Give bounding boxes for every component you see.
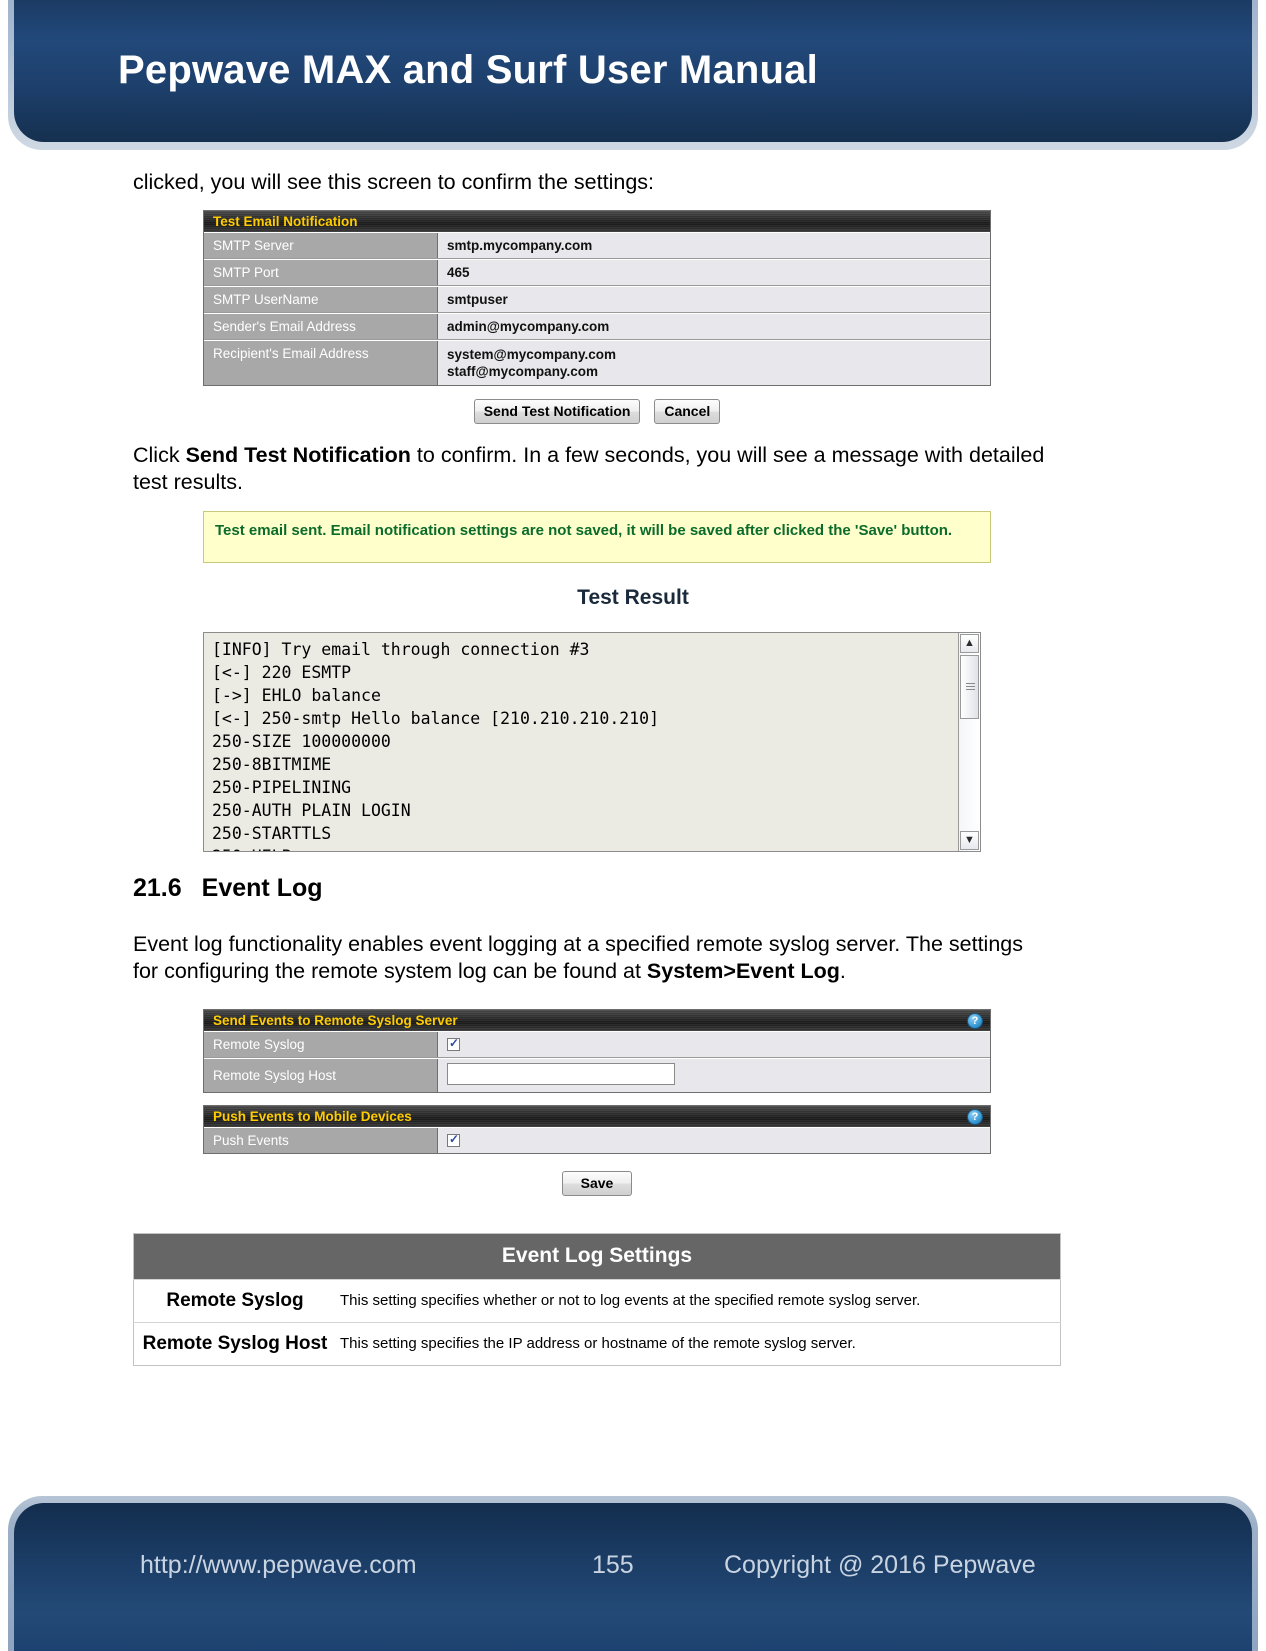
panel-header-remote-syslog: Send Events to Remote Syslog Server ? [204,1010,990,1031]
test-result-log-text: [INFO] Try email through connection #3 [… [212,640,660,851]
help-icon[interactable]: ? [967,1013,983,1029]
row-label: Push Events [204,1128,438,1153]
click-pre-text: Click [133,443,186,467]
scrollbar-grip-icon [966,683,975,690]
row-label: Sender's Email Address [204,314,438,339]
row-label: Remote Syslog [204,1032,438,1057]
row-label: Remote Syslog Host [204,1059,438,1092]
scroll-down-arrow-icon[interactable]: ▼ [960,831,979,850]
push-events-checkbox[interactable] [447,1132,460,1147]
table-row: Recipient's Email Address system@mycompa… [204,340,990,385]
section-body-post: . [839,959,846,983]
footer-page-number: 155 [592,1551,634,1579]
panel-header-label: Send Events to Remote Syslog Server [213,1013,458,1028]
section-body-pre: Event log functionality enables event lo… [133,932,1023,983]
setting-key: Remote Syslog [166,1290,304,1311]
row-value: admin@mycompany.com [447,319,610,334]
row-value: smtpuser [447,292,508,307]
cancel-button[interactable]: Cancel [654,399,721,424]
intro-paragraph: clicked, you will see this screen to con… [133,170,654,194]
settings-table-row: Remote Syslog This setting specifies whe… [133,1279,1061,1323]
table-row: Remote Syslog Host [204,1058,990,1092]
page-header: Pepwave MAX and Surf User Manual [0,0,1266,156]
setting-description: This setting specifies the IP address or… [340,1335,856,1352]
table-row: Sender's Email Address admin@mycompany.c… [204,313,990,340]
page-title: Pepwave MAX and Surf User Manual [118,48,818,92]
scrollbar-thumb[interactable] [960,655,979,719]
settings-table-row: Remote Syslog Host This setting specifie… [133,1322,1061,1366]
save-button-row: Save [203,1171,991,1196]
recipient-line-1: system@mycompany.com [447,347,616,362]
event-log-settings-table: Event Log Settings Remote Syslog This se… [133,1233,1061,1366]
row-label: SMTP Server [204,233,438,258]
panel-header-push-events: Push Events to Mobile Devices ? [204,1106,990,1127]
footer-url[interactable]: http://www.pepwave.com [140,1551,417,1580]
test-result-log-box[interactable]: [INFO] Try email through connection #3 [… [203,632,981,852]
table-row: SMTP Server smtp.mycompany.com [204,232,990,259]
row-label: SMTP Port [204,260,438,285]
section-title: Event Log [201,874,323,902]
panel-header-test-email: Test Email Notification [204,211,990,232]
test-email-sent-alert: Test email sent. Email notification sett… [203,511,991,563]
row-value: system@mycompany.com staff@mycompany.com [438,341,990,385]
row-value [438,1128,990,1153]
send-test-notification-button[interactable]: Send Test Notification [473,399,641,424]
row-label: Recipient's Email Address [204,341,438,385]
panel-header-label: Push Events to Mobile Devices [213,1109,412,1124]
click-instruction-paragraph: Click Send Test Notification to confirm.… [133,442,1063,496]
table-row: Push Events [204,1127,990,1153]
section-heading: 21.6 Event Log [133,874,323,903]
test-email-button-row: Send Test Notification Cancel [203,399,991,424]
recipient-line-2: staff@mycompany.com [447,364,598,379]
save-button[interactable]: Save [561,1171,633,1196]
table-row: SMTP Port 465 [204,259,990,286]
click-bold-text: Send Test Notification [185,443,411,467]
footer-inner-frame: http://www.pepwave.com 155 Copyright @ 2… [14,1503,1252,1651]
log-scrollbar[interactable]: ▲ ▼ [958,633,980,851]
row-value [438,1032,990,1057]
test-email-notification-panel: Test Email Notification SMTP Server smtp… [203,210,991,386]
footer-copyright: Copyright @ 2016 Pepwave [724,1551,1036,1579]
row-value [438,1059,990,1092]
row-value: 465 [447,265,470,280]
test-result-heading: Test Result [577,586,689,609]
row-label: SMTP UserName [204,287,438,312]
section-body-bold: System>Event Log [646,959,840,983]
table-row: SMTP UserName smtpuser [204,286,990,313]
setting-key: Remote Syslog Host [142,1333,328,1354]
remote-syslog-checkbox[interactable] [447,1036,460,1051]
row-value: smtp.mycompany.com [447,238,593,253]
scroll-up-arrow-icon[interactable]: ▲ [960,634,979,653]
push-events-panel: Push Events to Mobile Devices ? Push Eve… [203,1105,991,1154]
setting-description: This setting specifies whether or not to… [340,1292,921,1309]
section-body-paragraph: Event log functionality enables event lo… [133,931,1043,985]
settings-table-header-row: Event Log Settings [133,1233,1061,1280]
section-number: 21.6 [133,874,182,902]
remote-syslog-panel: Send Events to Remote Syslog Server ? Re… [203,1009,991,1093]
help-icon[interactable]: ? [967,1109,983,1125]
remote-syslog-host-input[interactable] [447,1063,675,1085]
table-row: Remote Syslog [204,1031,990,1058]
settings-table-title: Event Log Settings [133,1233,1061,1280]
